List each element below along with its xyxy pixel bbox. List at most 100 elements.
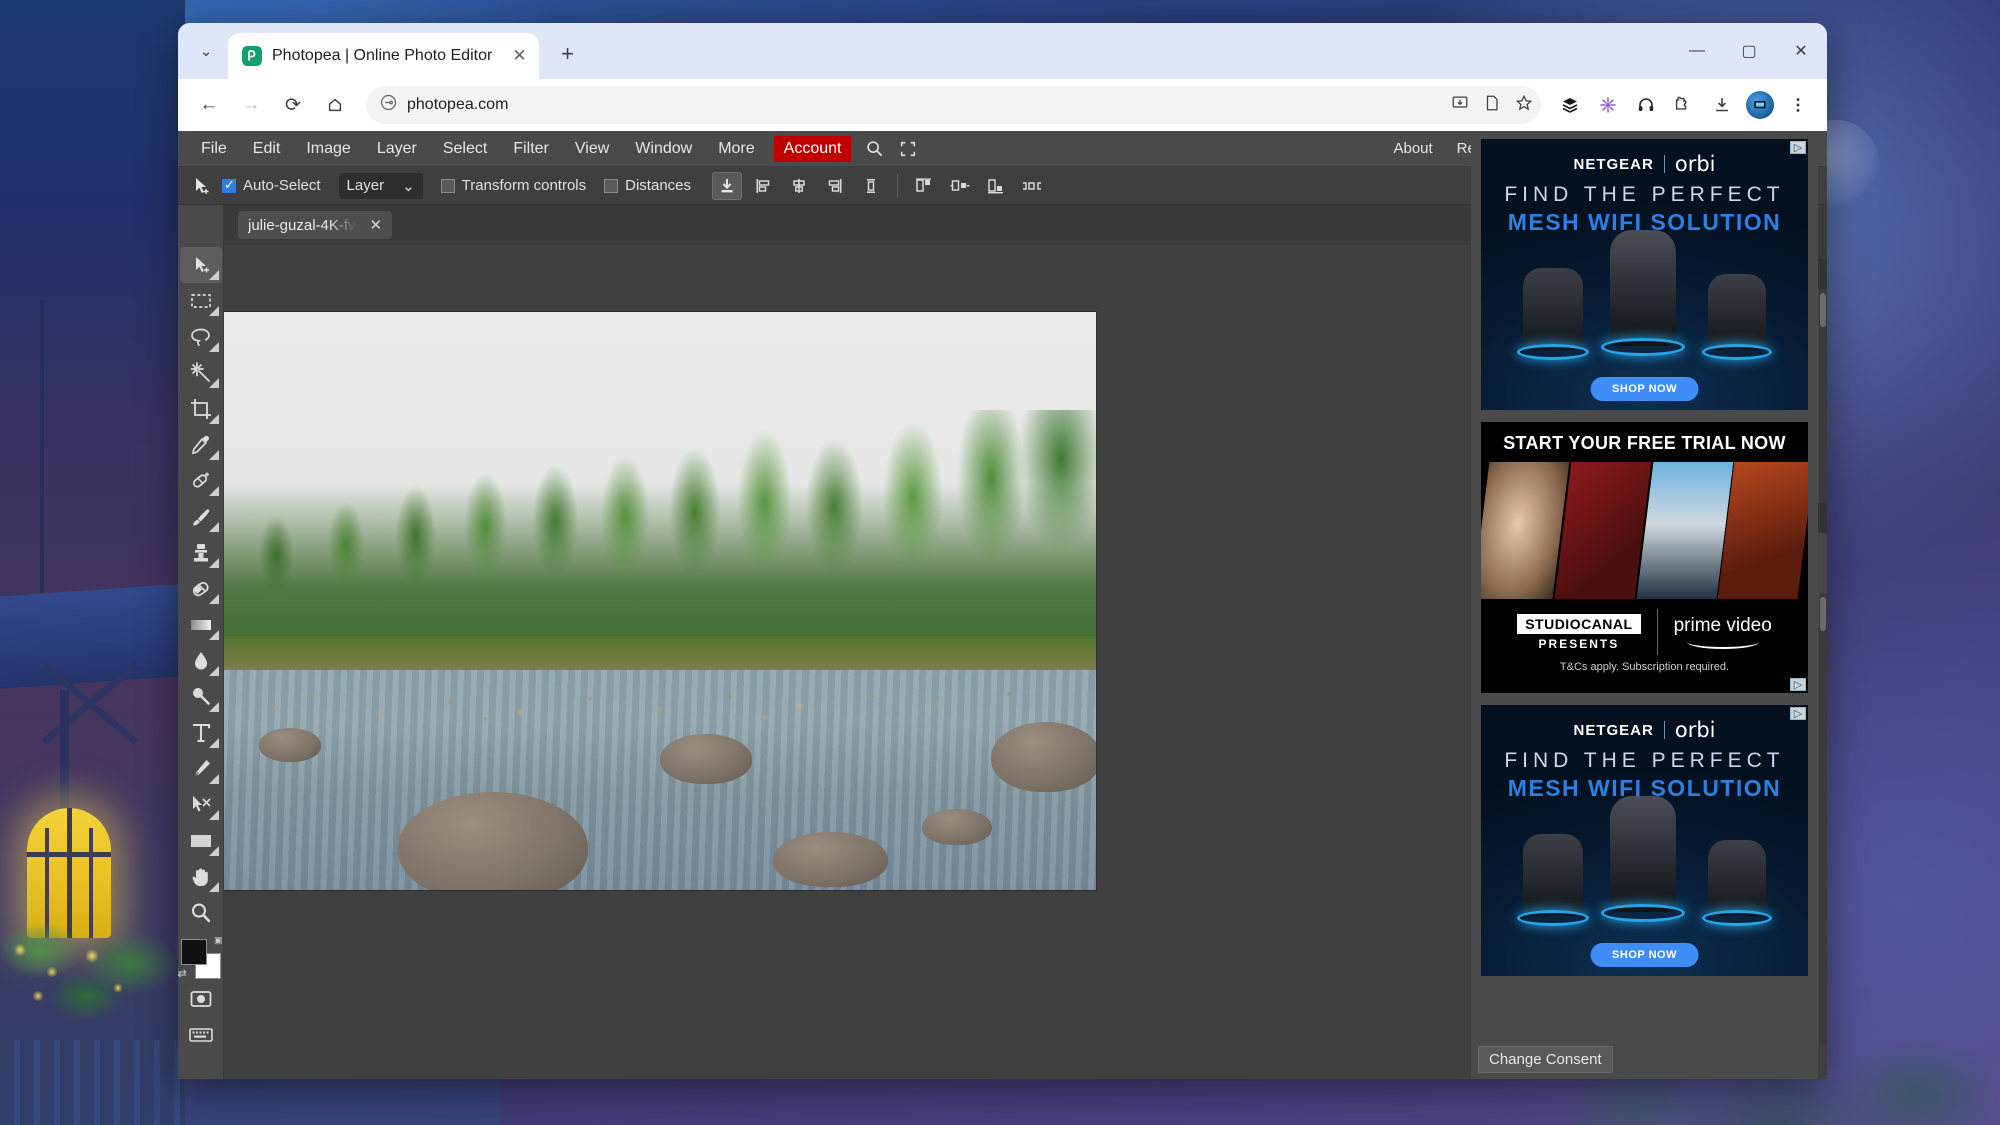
menu-image[interactable]: Image xyxy=(293,131,363,167)
distribute-center-icon[interactable] xyxy=(945,172,975,200)
account-button[interactable]: Account xyxy=(774,136,852,162)
ad-choices-icon[interactable]: ▷ xyxy=(1790,707,1806,720)
address-bar[interactable]: photopea.com xyxy=(366,86,1541,124)
lasso-tool[interactable] xyxy=(180,319,222,355)
ad-choices-icon[interactable]: ▷ xyxy=(1790,141,1806,154)
site-settings-icon[interactable] xyxy=(380,94,397,116)
chrome-menu-icon[interactable] xyxy=(1781,88,1815,122)
ad3-product-image xyxy=(1481,798,1808,928)
default-colors-icon[interactable]: ▣ xyxy=(214,935,223,946)
move-tool[interactable] xyxy=(180,247,222,283)
minimize-button[interactable]: — xyxy=(1671,23,1723,79)
align-middle-vertical-icon[interactable] xyxy=(856,172,886,200)
distribute-bottom-icon[interactable] xyxy=(981,172,1011,200)
distances-option[interactable]: Distances xyxy=(604,177,691,194)
forward-icon[interactable]: → xyxy=(232,86,270,124)
menu-file[interactable]: File xyxy=(188,131,240,167)
home-icon[interactable] xyxy=(316,86,354,124)
menu-filter[interactable]: Filter xyxy=(500,131,562,167)
transform-controls-label: Transform controls xyxy=(462,177,586,194)
color-swatches[interactable]: ▣ ⇄ xyxy=(179,937,223,981)
menu-view[interactable]: View xyxy=(562,131,622,167)
close-window-button[interactable]: ✕ xyxy=(1775,23,1827,79)
zoom-tool[interactable] xyxy=(180,895,222,931)
canvas-area[interactable] xyxy=(224,245,1480,1079)
spot-healing-brush-tool[interactable] xyxy=(180,463,222,499)
ad2-disclaimer: T&Cs apply. Subscription required. xyxy=(1560,661,1729,673)
gradient-tool[interactable] xyxy=(180,607,222,643)
transform-controls-option[interactable]: Transform controls xyxy=(441,177,586,194)
back-icon[interactable]: ← xyxy=(190,86,228,124)
blur-tool[interactable] xyxy=(180,643,222,679)
dodge-tool[interactable] xyxy=(180,679,222,715)
align-right-icon[interactable] xyxy=(820,172,850,200)
photo-rock xyxy=(922,809,992,845)
hand-tool[interactable] xyxy=(180,859,222,895)
document-tab[interactable]: julie-guzal-4K-fv ✕ xyxy=(238,211,392,239)
swap-colors-icon[interactable]: ⇄ xyxy=(178,967,187,980)
close-tab-icon[interactable]: ✕ xyxy=(512,46,526,66)
brush-tool[interactable] xyxy=(180,499,222,535)
path-select-tool[interactable] xyxy=(180,787,222,823)
type-tool[interactable] xyxy=(180,715,222,751)
layers-extension-icon[interactable] xyxy=(1553,88,1587,122)
menu-window[interactable]: Window xyxy=(622,131,705,167)
ad3-shop-now-button[interactable]: SHOP NOW xyxy=(1590,943,1699,967)
ad-netgear-orbi-1[interactable]: NETGEAR orbi FIND THE PERFECT MESH WIFI … xyxy=(1481,139,1808,410)
align-top-icon[interactable] xyxy=(712,172,742,200)
distribute-top-icon[interactable] xyxy=(909,172,939,200)
menu-more[interactable]: More xyxy=(705,131,767,167)
maximize-button[interactable]: ▢ xyxy=(1723,23,1775,79)
auto-select-checkbox[interactable] xyxy=(222,179,236,193)
pen-tool[interactable] xyxy=(180,751,222,787)
align-left-icon[interactable] xyxy=(748,172,778,200)
eraser-tool[interactable] xyxy=(180,571,222,607)
distances-checkbox[interactable] xyxy=(604,179,618,193)
change-consent-button[interactable]: Change Consent xyxy=(1478,1046,1613,1073)
search-icon[interactable] xyxy=(857,131,891,167)
menu-select[interactable]: Select xyxy=(430,131,500,167)
crop-tool[interactable] xyxy=(180,391,222,427)
screenshot-icon[interactable] xyxy=(180,981,222,1017)
rectangular-marquee-tool[interactable] xyxy=(180,283,222,319)
menu-layer[interactable]: Layer xyxy=(364,131,430,167)
ad-choices-icon[interactable]: ▷ xyxy=(1790,678,1806,691)
fullscreen-icon[interactable] xyxy=(891,131,925,167)
ad1-line1: FIND THE PERFECT xyxy=(1504,183,1784,207)
foreground-color-swatch[interactable] xyxy=(181,939,207,965)
history-scrollbar[interactable] xyxy=(1819,289,1827,503)
auto-select-target-dropdown[interactable]: Layer ⌄ xyxy=(339,173,423,199)
ad-prime-video[interactable]: START YOUR FREE TRIAL NOW STUDIOCANAL PR… xyxy=(1481,422,1808,693)
tab-search-chevron-icon[interactable]: ⌄ xyxy=(184,29,228,73)
ad-netgear-orbi-2[interactable]: NETGEAR orbi FIND THE PERFECT MESH WIFI … xyxy=(1481,705,1808,976)
photopea-favicon xyxy=(242,46,262,66)
link-about[interactable]: About xyxy=(1382,131,1443,167)
ad1-shop-now-button[interactable]: SHOP NOW xyxy=(1590,377,1699,401)
browser-tab-title: Photopea | Online Photo Editor xyxy=(272,47,492,65)
menu-edit[interactable]: Edit xyxy=(240,131,294,167)
headphones-extension-icon[interactable] xyxy=(1629,88,1663,122)
auto-select-option[interactable]: Auto-Select xyxy=(222,177,321,194)
shape-tool[interactable] xyxy=(180,823,222,859)
extensions-puzzle-icon[interactable] xyxy=(1667,88,1701,122)
eyedropper-tool[interactable] xyxy=(180,427,222,463)
profile-avatar[interactable] xyxy=(1743,88,1777,122)
bookmark-star-icon[interactable] xyxy=(1515,94,1533,117)
flower-extension-icon[interactable] xyxy=(1591,88,1625,122)
reload-icon[interactable]: ⟳ xyxy=(274,86,312,124)
distribute-spacing-icon[interactable] xyxy=(1017,172,1047,200)
magic-wand-tool[interactable] xyxy=(180,355,222,391)
transform-controls-checkbox[interactable] xyxy=(441,179,455,193)
keyboard-icon[interactable] xyxy=(180,1017,222,1053)
page-icon[interactable] xyxy=(1483,94,1501,117)
clone-stamp-tool[interactable] xyxy=(180,535,222,571)
layers-scrollbar[interactable] xyxy=(1819,593,1827,1045)
new-tab-button[interactable]: + xyxy=(549,35,587,73)
close-document-icon[interactable]: ✕ xyxy=(370,216,383,234)
install-app-icon[interactable] xyxy=(1451,94,1469,117)
document-canvas[interactable] xyxy=(224,312,1096,890)
distances-label: Distances xyxy=(625,177,691,194)
downloads-icon[interactable] xyxy=(1705,88,1739,122)
align-center-horizontal-icon[interactable] xyxy=(784,172,814,200)
browser-tab-photopea[interactable]: Photopea | Online Photo Editor ✕ xyxy=(228,33,539,79)
